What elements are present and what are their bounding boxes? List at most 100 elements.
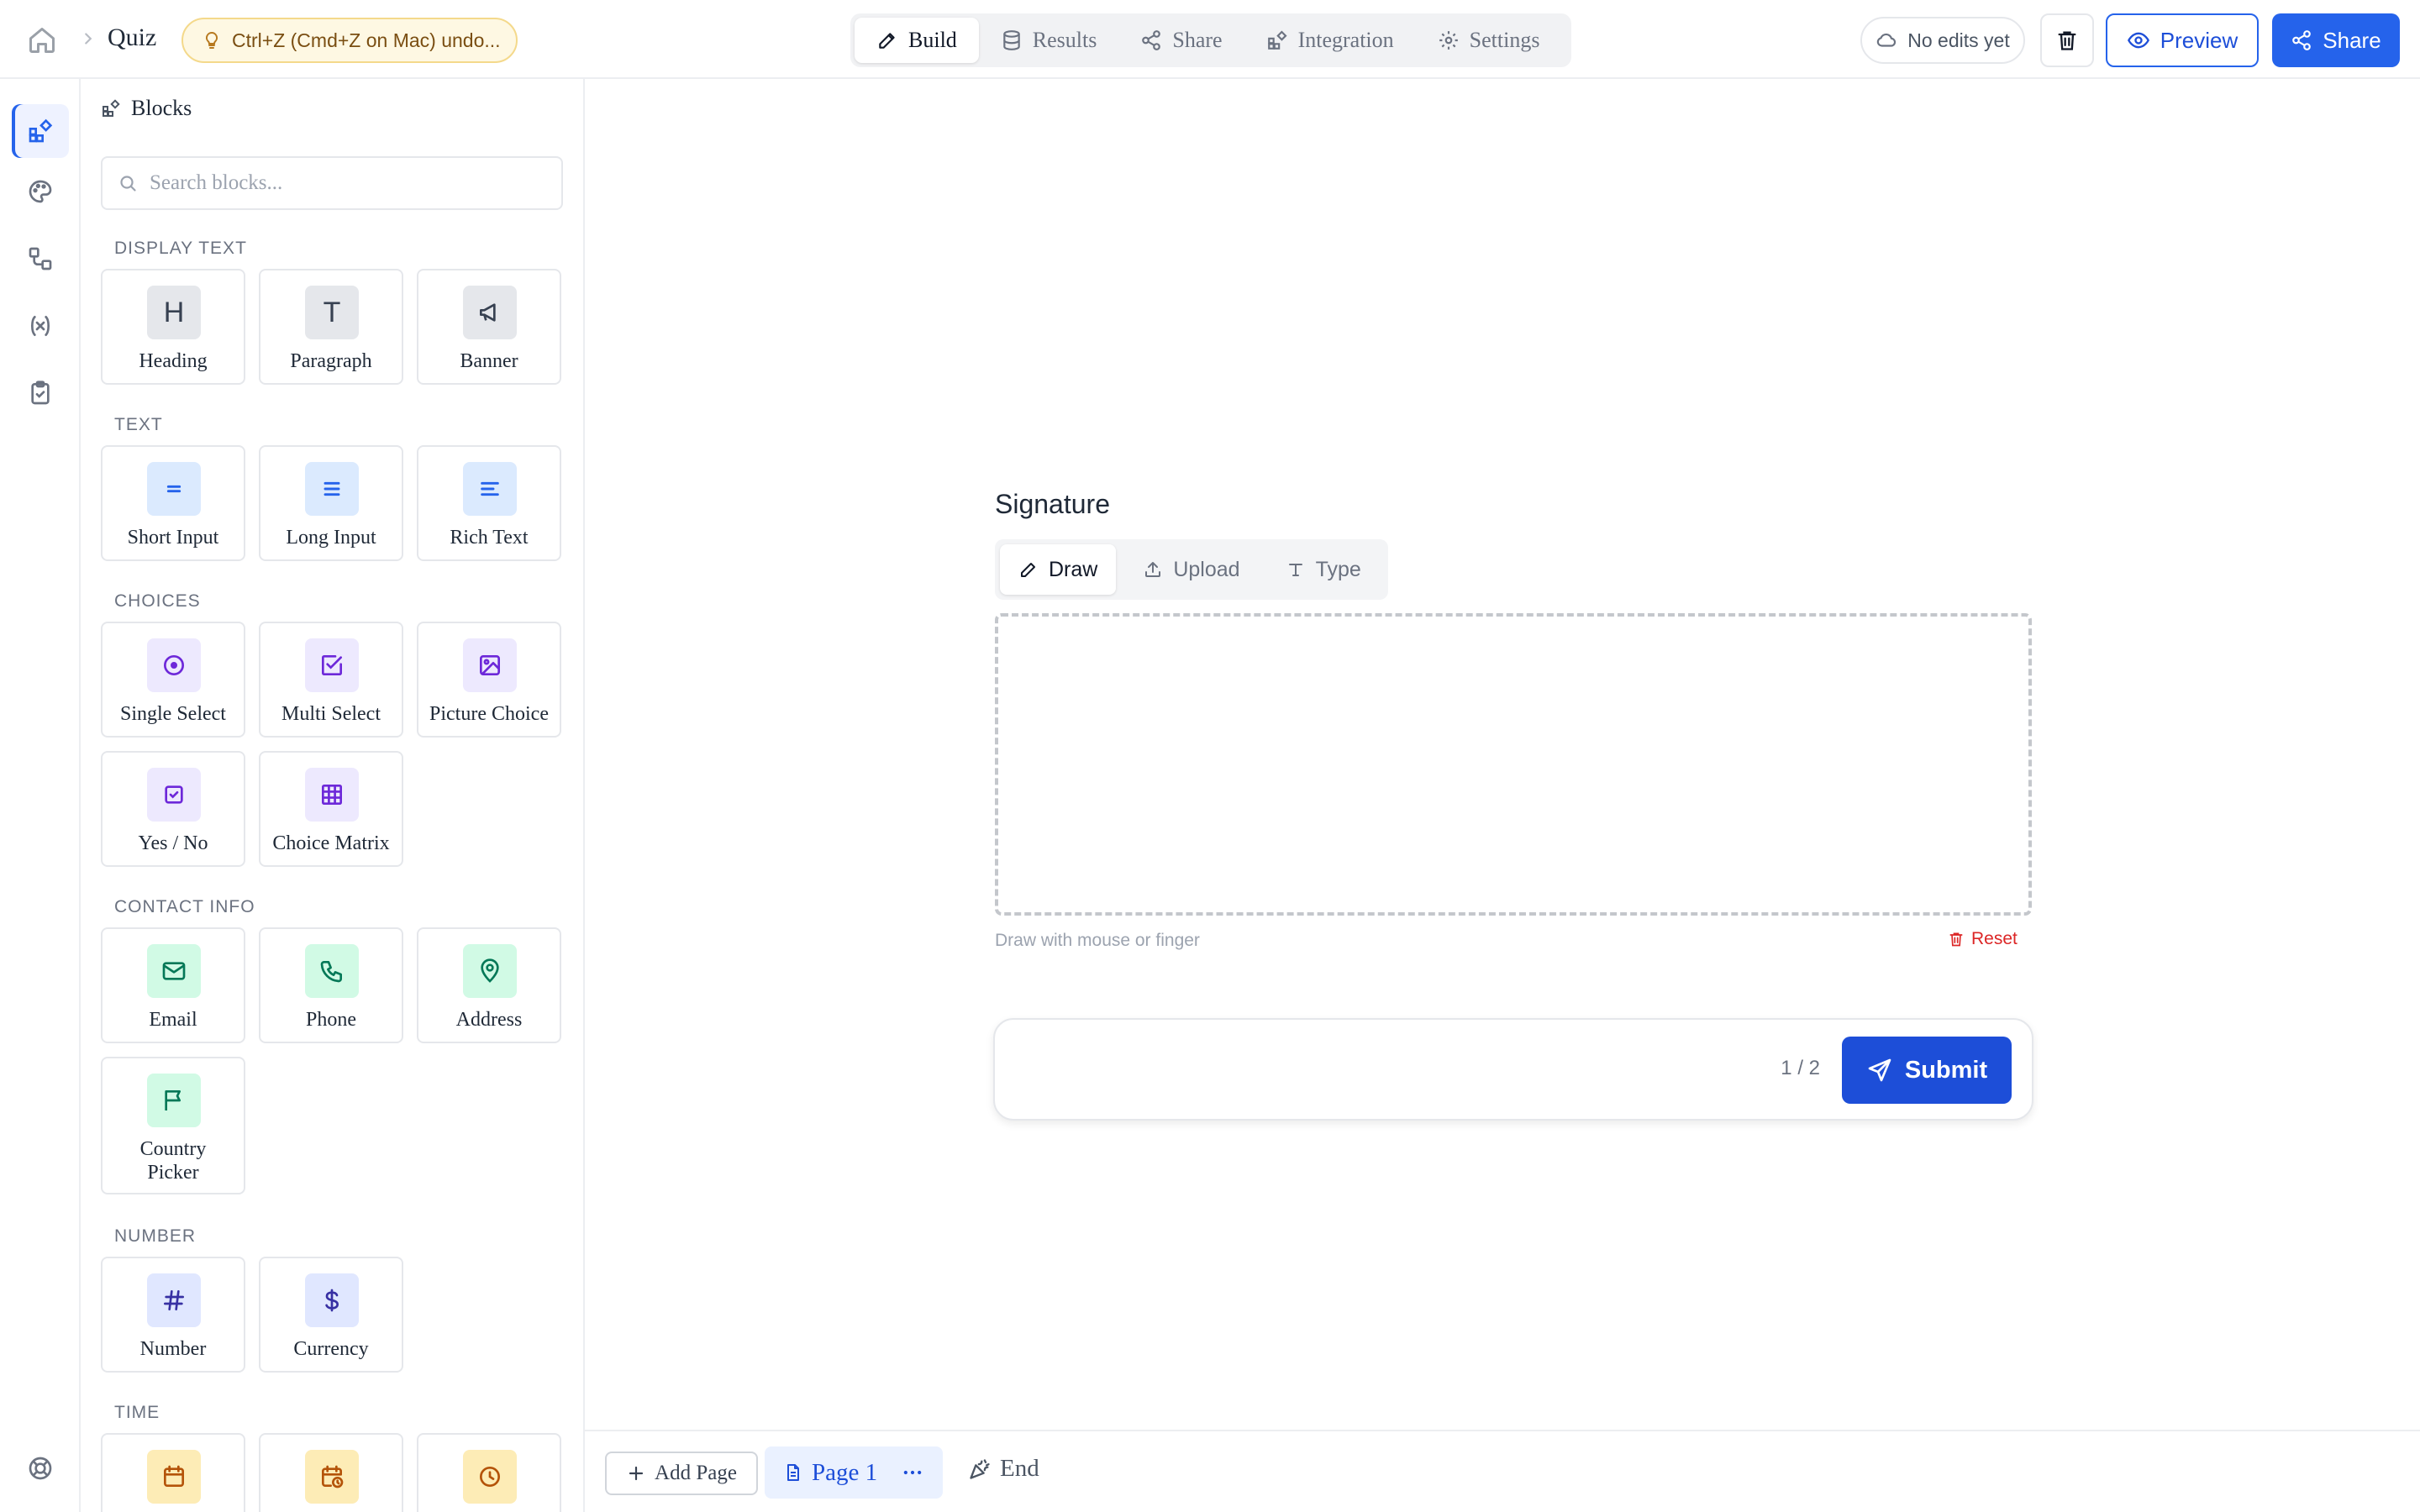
block-choice-matrix[interactable]: Choice Matrix [259,751,403,867]
block-label: Picture Choice [429,703,549,725]
undo-tip-badge: Ctrl+Z (Cmd+Z on Mac) undo... [182,18,518,63]
search-field[interactable] [101,156,563,210]
block-date-time[interactable] [259,1433,403,1512]
tab-integration[interactable]: Integration [1244,18,1416,63]
section-label-time: TIME [114,1403,160,1422]
tab-integration-label: Integration [1297,28,1394,52]
block-country-picker[interactable]: Country Picker [101,1057,245,1194]
database-icon [1001,29,1023,51]
page-bar: Add Page Page 1 End [585,1430,2420,1512]
rail-variables[interactable] [12,299,69,353]
home-icon[interactable] [27,25,57,55]
block-short-input[interactable]: Short Input [101,445,245,561]
dollar-icon [305,1273,359,1327]
signature-tab-draw[interactable]: Draw [1000,544,1117,595]
megaphone-icon [463,286,517,339]
signature-tab-upload[interactable]: Upload [1124,544,1258,595]
section-label-contact-info: CONTACT INFO [114,897,255,916]
block-label: Phone [306,1009,356,1031]
rail-theme[interactable] [12,165,69,218]
submit-button[interactable]: Submit [1842,1037,2012,1104]
block-label: Choice Matrix [272,832,390,854]
block-phone[interactable]: Phone [259,927,403,1043]
block-banner[interactable]: Banner [417,269,561,385]
calendar-clock-icon [305,1450,359,1504]
mail-icon [147,944,201,998]
block-number[interactable]: Number [101,1257,245,1373]
left-rail [0,79,81,1512]
block-paragraph[interactable]: T Paragraph [259,269,403,385]
page-tab-1[interactable]: Page 1 [765,1446,943,1499]
type-icon [1286,559,1306,580]
rail-checklist[interactable] [12,366,69,420]
tab-share-label: Share [1172,28,1223,52]
checkbox-icon [305,638,359,692]
search-input[interactable] [150,171,544,195]
block-rich-text[interactable]: Rich Text [417,445,561,561]
hash-icon [147,1273,201,1327]
signature-tab-type[interactable]: Type [1267,544,1380,595]
end-page-label: End [1000,1455,1039,1482]
save-status: No edits yet [1860,17,2025,64]
block-currency[interactable]: Currency [259,1257,403,1373]
tab-share[interactable]: Share [1118,18,1244,63]
tab-build[interactable]: Build [855,18,979,63]
document-icon [783,1462,803,1483]
signature-reset-button[interactable]: Reset [1948,929,2018,949]
block-time[interactable] [417,1433,561,1512]
block-multi-select[interactable]: Multi Select [259,622,403,738]
panel-header: Blocks [101,96,192,121]
variable-icon [27,312,54,339]
preview-button[interactable]: Preview [2106,13,2259,67]
form-canvas: Signature Draw Upload Type Draw with mou… [585,79,2420,1430]
block-date[interactable] [101,1433,245,1512]
block-label: Long Input [286,527,376,549]
delete-button[interactable] [2040,13,2094,67]
trash-icon [1948,931,1965,948]
section-label-choices: CHOICES [114,591,201,611]
signature-draw-area[interactable] [995,613,2032,916]
add-page-label: Add Page [655,1462,737,1484]
map-pin-icon [463,944,517,998]
signature-tab-label: Draw [1049,557,1098,581]
blocks-icon [101,98,121,118]
tab-settings[interactable]: Settings [1416,18,1562,63]
page-tab-label: Page 1 [812,1458,878,1486]
eye-icon [2127,29,2150,52]
block-yes-no[interactable]: Yes / No [101,751,245,867]
rail-help[interactable] [12,1441,69,1495]
blocks-icon [1266,29,1288,51]
clock-icon [463,1450,517,1504]
short-input-icon [147,462,201,516]
block-picture-choice[interactable]: Picture Choice [417,622,561,738]
signature-tab-label: Upload [1173,557,1240,581]
form-title[interactable]: Quiz [108,24,156,52]
paragraph-icon: T [305,286,359,339]
lightbulb-icon [202,30,222,50]
block-address[interactable]: Address [417,927,561,1043]
end-page-tab[interactable]: End [968,1455,1039,1483]
block-single-select[interactable]: Single Select [101,622,245,738]
radio-icon [147,638,201,692]
rail-blocks[interactable] [12,104,69,158]
share-label: Share [2323,27,2381,53]
block-label: Rich Text [450,527,529,549]
add-page-button[interactable]: Add Page [605,1452,758,1495]
heading-icon: H [147,286,201,339]
signature-title[interactable]: Signature [995,489,1110,520]
block-label: Country Picker [139,1138,207,1184]
share-button[interactable]: Share [2272,13,2400,67]
rail-logic[interactable] [12,232,69,286]
block-heading[interactable]: H Heading [101,269,245,385]
block-label: Short Input [127,527,219,549]
tab-results[interactable]: Results [979,18,1119,63]
help-buoy-icon [27,1455,54,1482]
block-label: Address [455,1009,523,1031]
workflow-icon [27,245,54,272]
main-tabs: Build Results Share Integration Settings [850,13,1571,67]
block-long-input[interactable]: Long Input [259,445,403,561]
more-horizontal-icon[interactable] [901,1461,924,1484]
block-email[interactable]: Email [101,927,245,1043]
phone-icon [305,944,359,998]
block-label: Number [139,1338,207,1360]
